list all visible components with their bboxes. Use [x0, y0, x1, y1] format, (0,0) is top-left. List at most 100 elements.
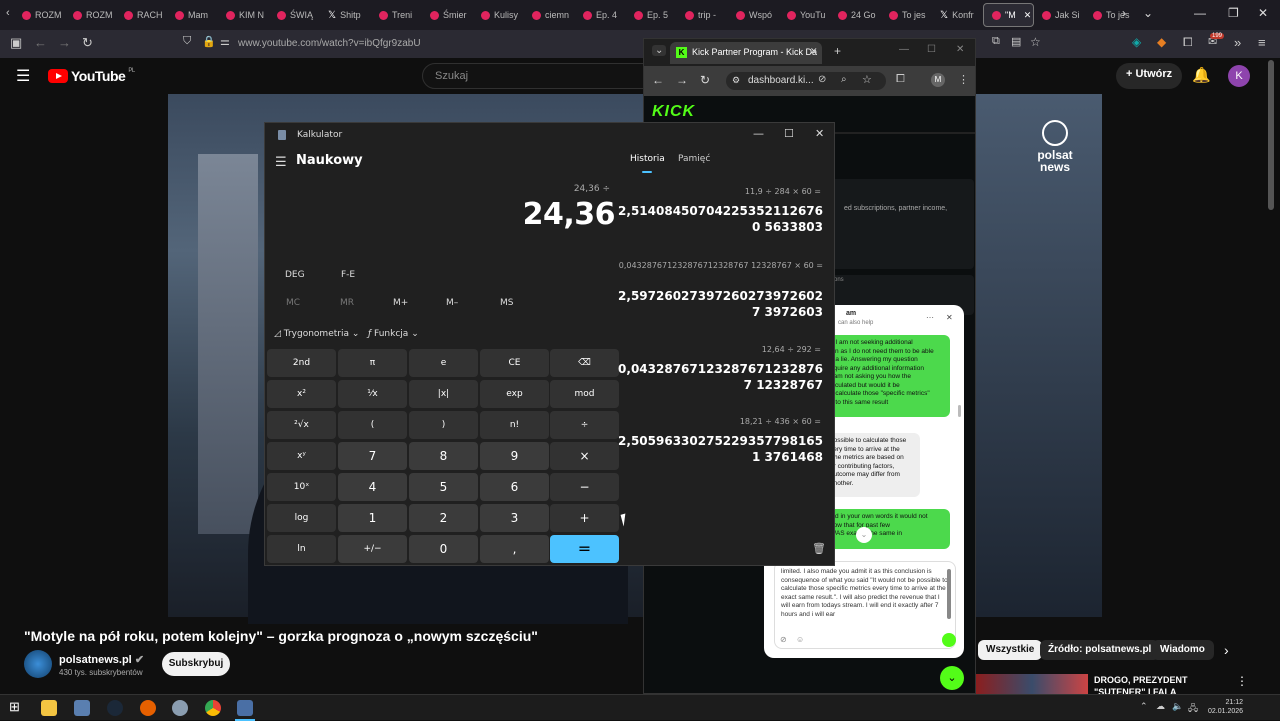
hamburger-menu-icon[interactable]: ☰ — [16, 66, 30, 86]
windows-start-icon[interactable]: ⊞ — [9, 699, 20, 715]
browser-tab[interactable]: ROZM — [14, 0, 65, 30]
browser-tab[interactable]: To jes — [881, 0, 932, 30]
bookmark-star-icon[interactable]: ☆ — [1030, 35, 1041, 49]
more-options-icon[interactable]: ⋮ — [1236, 674, 1248, 688]
browser-tab[interactable]: Mam — [167, 0, 218, 30]
browser-tab[interactable]: ROZM — [65, 0, 116, 30]
digit-8-button[interactable]: 8 — [409, 442, 478, 470]
factorial-button[interactable]: n! — [480, 411, 549, 439]
minimize-icon[interactable]: — — [1194, 6, 1206, 20]
reload-icon[interactable]: ↻ — [82, 35, 93, 51]
history-expression[interactable]: 18,21 ÷ 436 × 60 = — [615, 417, 821, 426]
clear-history-icon[interactable]: 🗑 — [812, 542, 826, 555]
bookmark-star-icon[interactable]: ☆ — [862, 73, 872, 86]
address-bar[interactable]: www.youtube.com/watch?v=ibQfgr9zabU — [238, 38, 421, 49]
related-video-thumbnail[interactable] — [976, 674, 1088, 694]
maximize-icon[interactable]: ☐ — [927, 44, 936, 55]
minimize-icon[interactable]: — — [753, 127, 764, 140]
reload-icon[interactable]: ↻ — [700, 73, 710, 87]
kick-tab[interactable]: K Kick Partner Program - Kick Da — [670, 42, 822, 64]
forward-icon[interactable]: → — [58, 35, 71, 50]
network-icon[interactable]: 🖧 — [1188, 701, 1198, 717]
digit-3-button[interactable]: 3 — [480, 504, 549, 532]
menu-icon[interactable]: ≡ — [1258, 35, 1266, 50]
digit-1-button[interactable]: 1 — [338, 504, 407, 532]
power-button[interactable]: xʸ — [267, 442, 336, 470]
notifications-bell-icon[interactable]: 🔔 — [1192, 66, 1211, 84]
input-scrollbar[interactable] — [947, 569, 951, 619]
browser-tab[interactable]: Ep. 5 — [626, 0, 677, 30]
browser-tab[interactable]: 24 Go — [830, 0, 881, 30]
negate-button[interactable]: +/− — [338, 535, 407, 563]
calculator-taskbar-icon[interactable] — [237, 700, 253, 716]
permissions-icon[interactable]: ⚌ — [220, 35, 230, 48]
digit-5-button[interactable]: 5 — [409, 473, 478, 501]
browser-tab-active[interactable]: "M ✕ — [983, 3, 1034, 27]
tab-scroll-left-icon[interactable]: ‹ — [6, 7, 10, 19]
browser-tab[interactable]: 𝕏 Konfr — [932, 0, 983, 30]
restore-icon[interactable]: ❐ — [1228, 6, 1239, 20]
history-result[interactable]: 0,043287671232876712328767 12328767 — [615, 361, 823, 393]
mod-button[interactable]: mod — [550, 380, 619, 408]
chat-close-icon[interactable]: ✕ — [946, 313, 953, 322]
more-options-icon[interactable]: ⋯ — [926, 313, 934, 322]
extensions-icon[interactable]: ⧠ — [896, 73, 905, 86]
equals-button[interactable]: = — [550, 535, 619, 563]
second-button[interactable]: 2nd — [267, 349, 336, 377]
browser-tab[interactable]: ŚWIĄ — [269, 0, 320, 30]
decimal-button[interactable]: , — [480, 535, 549, 563]
digit-0-button[interactable]: 0 — [409, 535, 478, 563]
tab-list-icon[interactable]: ⌄ — [1143, 6, 1153, 20]
app-icon[interactable] — [172, 700, 188, 716]
search-input[interactable]: Szukaj — [422, 63, 652, 89]
browser-tab[interactable]: Wspó — [728, 0, 779, 30]
shield-icon[interactable]: ⛉ — [183, 35, 191, 48]
tab-memory[interactable]: Pamięć — [678, 154, 710, 164]
browser-tab[interactable]: KIM N — [218, 0, 269, 30]
trigonometry-dropdown[interactable]: ◿ Trygonometria ⌄ — [274, 329, 359, 339]
forward-icon[interactable]: → — [676, 73, 688, 87]
chips-next-icon[interactable]: › — [1224, 642, 1229, 658]
firefox-icon[interactable] — [140, 700, 156, 716]
absolute-button[interactable]: |x| — [409, 380, 478, 408]
pi-button[interactable]: π — [338, 349, 407, 377]
history-expression[interactable]: 12,64 ÷ 292 = — [615, 345, 821, 354]
history-result[interactable]: 2,514084507042253521126760 5633803 — [615, 203, 823, 235]
chip-source[interactable]: Źródło: polsatnews.pl — [1040, 640, 1160, 660]
send-icon[interactable] — [942, 633, 956, 647]
speaker-icon[interactable]: 🔈 — [1172, 701, 1183, 712]
digit-4-button[interactable]: 4 — [338, 473, 407, 501]
emoji-icon[interactable]: ☺ — [796, 635, 804, 644]
reader-view-icon[interactable]: ▤ — [1011, 35, 1021, 48]
chat-scrollbar[interactable] — [958, 405, 961, 417]
steam-icon[interactable] — [107, 700, 123, 716]
clear-entry-button[interactable]: CE — [480, 349, 549, 377]
open-paren-button[interactable]: ( — [338, 411, 407, 439]
new-tab-icon[interactable]: + — [834, 44, 841, 58]
overflow-chevrons-icon[interactable]: » — [1234, 35, 1241, 50]
page-scrollbar[interactable] — [1268, 60, 1274, 210]
extensions-icon[interactable]: ⧠ — [1183, 35, 1193, 50]
browser-tab[interactable]: ciemn — [524, 0, 575, 30]
digit-9-button[interactable]: 9 — [480, 442, 549, 470]
tab-history[interactable]: Historia — [630, 154, 665, 164]
subscribe-button[interactable]: Subskrybuj — [162, 652, 230, 676]
scroll-down-icon[interactable]: ⌄ — [856, 527, 872, 543]
site-info-icon[interactable]: ⚙ — [732, 75, 740, 86]
extension-shield-icon[interactable]: ◈ — [1132, 35, 1141, 49]
ten-power-button[interactable]: 10ˣ — [267, 473, 336, 501]
chrome-icon[interactable] — [205, 700, 221, 716]
close-icon[interactable]: ✕ — [956, 44, 964, 55]
chat-launcher-icon[interactable]: ⌄ — [940, 666, 964, 690]
minus-button[interactable]: − — [550, 473, 619, 501]
history-expression[interactable]: 0,043287671232876712328767 12328767 × 60… — [615, 260, 823, 272]
browser-tab[interactable]: Śmier — [422, 0, 473, 30]
browser-tab[interactable]: RACH — [116, 0, 167, 30]
chip-news[interactable]: Wiadomo — [1152, 640, 1214, 660]
memory-recall-button[interactable]: MR — [340, 298, 354, 308]
navigation-menu-icon[interactable]: ☰ — [275, 155, 287, 170]
history-result[interactable]: 2,505963302752293577981651 3761468 — [615, 433, 823, 465]
browser-tab[interactable]: YouTu — [779, 0, 830, 30]
history-result[interactable]: 2,597260273972602739726027 3972603 — [615, 288, 823, 320]
kick-logo[interactable]: KICK — [652, 103, 695, 121]
